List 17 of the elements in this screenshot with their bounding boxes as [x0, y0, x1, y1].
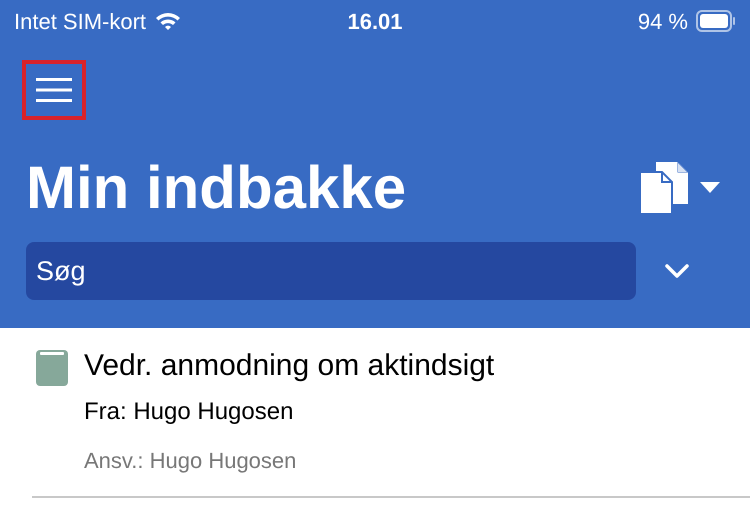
menu-icon	[36, 78, 72, 102]
wifi-icon	[154, 11, 182, 31]
clock-text: 16.01	[347, 8, 403, 36]
carrier-text: Intet SIM-kort	[14, 8, 146, 36]
page-title: Min indbakke	[26, 158, 408, 218]
responsible-text: Ansv.: Hugo Hugosen	[84, 448, 298, 474]
caret-icon	[700, 182, 720, 194]
sender-text: Fra: Hugo Hugosen	[84, 398, 294, 426]
search-field[interactable]: Søg	[26, 242, 636, 300]
battery-icon	[696, 10, 736, 32]
battery-text: 94 %	[638, 8, 688, 36]
chevron-down-icon	[665, 264, 689, 278]
item-title[interactable]: Vedr. anmodning om aktindsigt	[84, 348, 494, 384]
menu-button[interactable]	[22, 60, 86, 120]
documents-dropdown-button[interactable]	[640, 162, 720, 214]
documents-icon	[640, 162, 690, 214]
folder-icon	[36, 350, 68, 386]
